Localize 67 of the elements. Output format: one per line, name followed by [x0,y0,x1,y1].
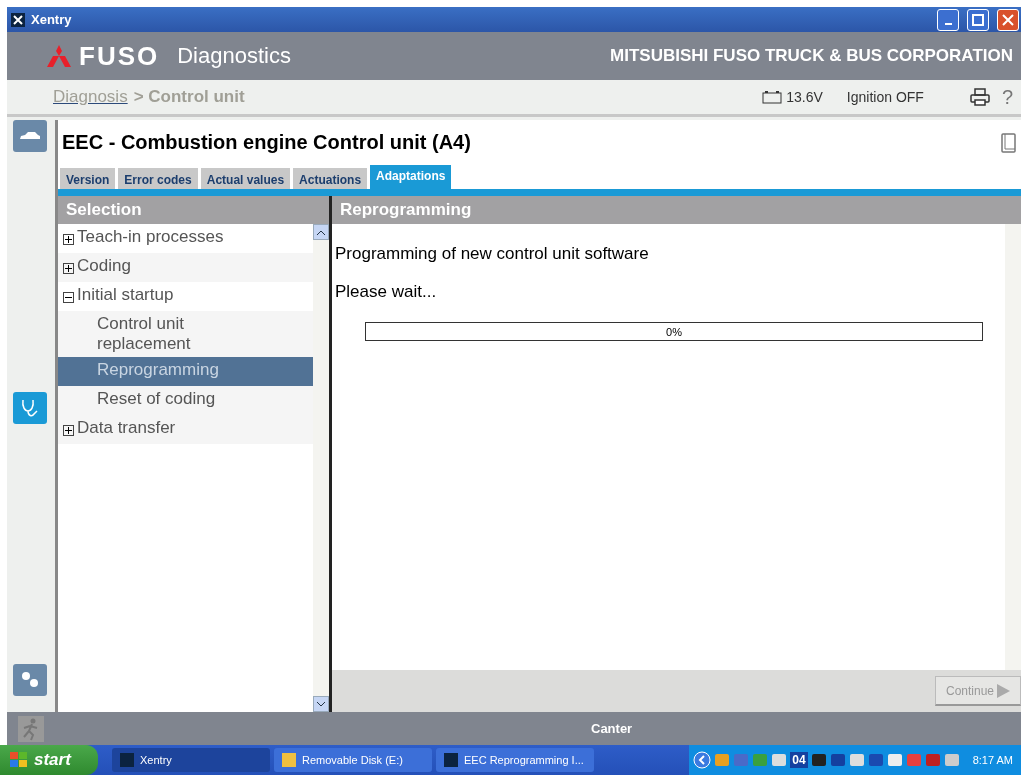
wait-message: Please wait... [335,282,438,302]
ignition-status: Ignition OFF [846,89,924,105]
app-icon [120,753,134,767]
stethoscope-icon [19,397,41,419]
scrollbar[interactable] [313,224,329,712]
company-name: MITSUBISHI FUSO TRUCK & BUS CORPORATION [610,46,1013,66]
minimize-button[interactable] [937,8,959,31]
pane-header: Reprogramming [332,196,1021,224]
vehicle-name: Canter [591,721,633,736]
taskbar-button[interactable]: Xentry [112,748,270,772]
tray-icon[interactable] [771,752,788,768]
tab[interactable]: Error codes [118,168,198,189]
product-name: Diagnostics [177,43,292,69]
tree-item[interactable]: Reprogramming [58,357,313,386]
tab[interactable]: Actuations [293,168,368,189]
window-title: Xentry [31,12,73,27]
car-icon [19,131,41,141]
tray-icon[interactable] [829,752,846,768]
expand-icon[interactable] [63,425,74,436]
maximize-button[interactable] [967,8,989,31]
folder-icon [282,753,296,767]
diagnosis-button[interactable] [13,392,47,424]
logo-icon [45,45,73,67]
close-button[interactable] [997,8,1019,31]
tree-item[interactable]: Control unit replacement [58,311,313,357]
app-icon [11,12,25,27]
taskbar-button[interactable]: Removable Disk (E:) [274,748,432,772]
breadcrumb-current: > Control unit [133,87,246,107]
scroll-up-icon[interactable] [317,229,325,235]
tray-icon[interactable] [867,752,884,768]
tree-item[interactable]: Data transfer [58,415,313,444]
close-icon [1002,13,1014,26]
scroll-down-icon[interactable] [317,701,325,707]
play-icon [996,683,1010,698]
tab[interactable]: Actual values [200,168,291,189]
voltage-reading: 13.6V [786,89,823,105]
tree-item[interactable]: Coding [58,253,313,282]
tray-icon[interactable] [886,752,903,768]
taskbar-button[interactable]: EEC Reprogramming I... [436,748,594,772]
collapse-icon[interactable] [63,292,74,303]
minimize-icon [944,22,952,25]
status-message: Programming of new control unit software [335,244,650,264]
expand-icon[interactable] [63,263,74,274]
control-unit-title: EEC - Combustion engine Control unit (A4) [62,131,472,154]
show-icons-button[interactable] [693,751,712,769]
tab[interactable]: Version [60,168,116,189]
tree-item[interactable]: Reset of coding [58,386,313,415]
tray-icon[interactable] [848,752,865,768]
vehicle-button[interactable] [13,120,47,152]
settings-button[interactable] [13,664,47,696]
brand-name: FUSO [79,40,160,72]
help-button[interactable]: ? [1001,85,1013,109]
tray-icon[interactable] [810,752,827,768]
print-icon[interactable] [969,88,990,106]
clock: 8:17 AM [972,754,1013,766]
pane-header: Selection [58,196,329,224]
battery-icon [762,90,783,104]
app-icon [444,753,458,767]
expand-icon[interactable] [63,234,74,245]
start-button[interactable]: start [0,745,98,775]
tray-icon[interactable] [924,752,941,768]
tray-icon[interactable] [943,752,960,768]
maximize-icon [972,13,984,26]
windows-logo-icon [10,752,28,768]
progress-reading: 0% [666,325,682,338]
book-icon[interactable] [1001,132,1017,153]
tray-number: 04 [790,752,808,768]
